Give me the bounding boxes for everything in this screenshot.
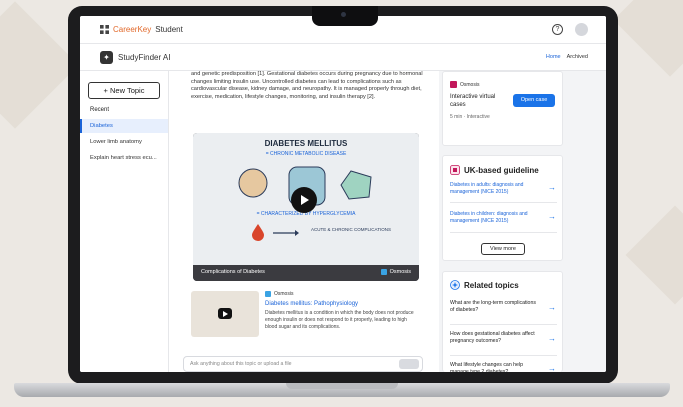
- home-link[interactable]: Home: [546, 54, 561, 60]
- divider: [450, 324, 557, 325]
- video-art-subtitle: = CHRONIC METABOLIC DISEASE: [265, 151, 347, 157]
- guideline-heading: UK-based guideline: [450, 165, 539, 175]
- chat-input-placeholder: Ask anything about this topic or upload …: [190, 361, 292, 367]
- laptop-screen: CareerKey Student ? ✦ StudyFinder AI Hom…: [80, 16, 606, 372]
- send-button[interactable]: [399, 359, 419, 369]
- brand-suffix: Student: [155, 25, 183, 34]
- video-player[interactable]: DIABETES MELLITUS = CHRONIC METABOLIC DI…: [193, 133, 419, 281]
- related-topics-heading-text: Related topics: [464, 280, 519, 290]
- related-topics-card: Related topics What are the long-term co…: [442, 271, 563, 372]
- source-logo-icon: [265, 291, 271, 297]
- guideline-heading-text: UK-based guideline: [464, 165, 539, 175]
- related-topic-question[interactable]: How does gestational diabetes affect pre…: [450, 331, 538, 345]
- app-name: StudyFinder AI: [118, 53, 171, 62]
- video-caption: Complications of Diabetes: [201, 269, 265, 275]
- related-video-title[interactable]: Diabetes mellitus: Pathophysiology: [265, 301, 358, 307]
- guideline-link[interactable]: Diabetes in adults: diagnosis and manage…: [450, 182, 530, 196]
- camera-icon: [341, 12, 346, 17]
- related-video-card[interactable]: Osmosis Diabetes mellitus: Pathophysiolo…: [191, 291, 423, 351]
- source-logo-icon: [380, 269, 387, 275]
- related-video-text: Diabetes mellitus is a condition in whic…: [265, 310, 414, 330]
- divider: [450, 202, 557, 203]
- video-art-label: ACUTE & CHRONIC COMPLICATIONS: [311, 227, 391, 232]
- arrow-right-icon: [273, 230, 299, 236]
- card-tag-label: Osmosis: [460, 81, 480, 88]
- related-topic-question[interactable]: What are the long-term complications of …: [450, 300, 538, 314]
- answer-paragraph: and genetic predisposition [1]. Gestatio…: [191, 71, 423, 100]
- grid-icon: [100, 25, 109, 34]
- related-topics-heading: Related topics: [450, 280, 519, 290]
- related-video-source: Osmosis: [265, 291, 293, 297]
- drop-icon: [252, 224, 264, 241]
- open-case-button[interactable]: Open case: [513, 94, 555, 107]
- arrow-right-icon[interactable]: →: [548, 183, 556, 192]
- guideline-card: UK-based guideline Diabetes in adults: d…: [442, 155, 563, 261]
- play-icon[interactable]: [218, 308, 232, 319]
- sidebar: + New Topic Recent Diabetes Lower limb a…: [80, 71, 169, 372]
- virtual-case-subtitle: 5 min · Interactive: [450, 114, 490, 120]
- sidebar-item-diabetes[interactable]: Diabetes: [80, 119, 168, 133]
- related-topic-question[interactable]: What lifestyle changes can help manage t…: [450, 362, 538, 372]
- video-art-title: DIABETES MELLITUS: [264, 139, 348, 148]
- brand[interactable]: CareerKey Student: [100, 25, 183, 34]
- card-tag: Osmosis: [450, 81, 479, 88]
- background-shape: [0, 1, 79, 129]
- help-icon[interactable]: ?: [552, 24, 563, 35]
- guideline-link[interactable]: Diabetes in children: diagnosis and mana…: [450, 211, 530, 225]
- arrow-right-icon[interactable]: →: [548, 334, 556, 343]
- archived-link[interactable]: Archived: [567, 54, 588, 60]
- guideline-icon: [450, 165, 460, 175]
- brand-name: CareerKey: [113, 25, 152, 34]
- main-content: and genetic predisposition [1]. Gestatio…: [169, 71, 439, 372]
- virtual-case-title: Interactive virtual cases: [450, 94, 496, 108]
- sparkle-icon: ✦: [100, 51, 113, 64]
- play-icon[interactable]: [291, 187, 317, 213]
- right-panel: Osmosis Interactive virtual cases 5 min …: [439, 71, 606, 372]
- divider: [450, 355, 557, 356]
- sidebar-item-heart-stress[interactable]: Explain heart stress ecu...: [80, 151, 168, 165]
- arrow-right-icon[interactable]: →: [548, 364, 556, 372]
- background-shape: [613, 0, 683, 77]
- sidebar-heading: Recent: [90, 107, 110, 113]
- new-topic-button[interactable]: + New Topic: [88, 82, 160, 99]
- view-more-button[interactable]: View more: [481, 243, 525, 255]
- arrow-right-icon[interactable]: →: [548, 212, 556, 221]
- avatar[interactable]: [575, 23, 588, 36]
- sidebar-item-lower-limb[interactable]: Lower limb anatomy: [80, 135, 168, 149]
- tag-logo-icon: [450, 81, 457, 88]
- divider: [450, 232, 557, 233]
- app-header: ✦ StudyFinder AI Home Archived: [80, 44, 606, 71]
- background-shape: [625, 205, 683, 305]
- related-video-thumbnail: [191, 291, 259, 337]
- video-source-label: Osmosis: [389, 269, 411, 275]
- laptop-base-groove: [286, 383, 398, 389]
- sparkle-icon: [450, 280, 460, 290]
- arrow-right-icon[interactable]: →: [548, 303, 556, 312]
- chat-input[interactable]: Ask anything about this topic or upload …: [183, 356, 423, 372]
- related-video-source-label: Osmosis: [274, 291, 294, 297]
- virtual-case-card: Osmosis Interactive virtual cases 5 min …: [442, 71, 563, 146]
- video-source: Osmosis: [380, 269, 411, 275]
